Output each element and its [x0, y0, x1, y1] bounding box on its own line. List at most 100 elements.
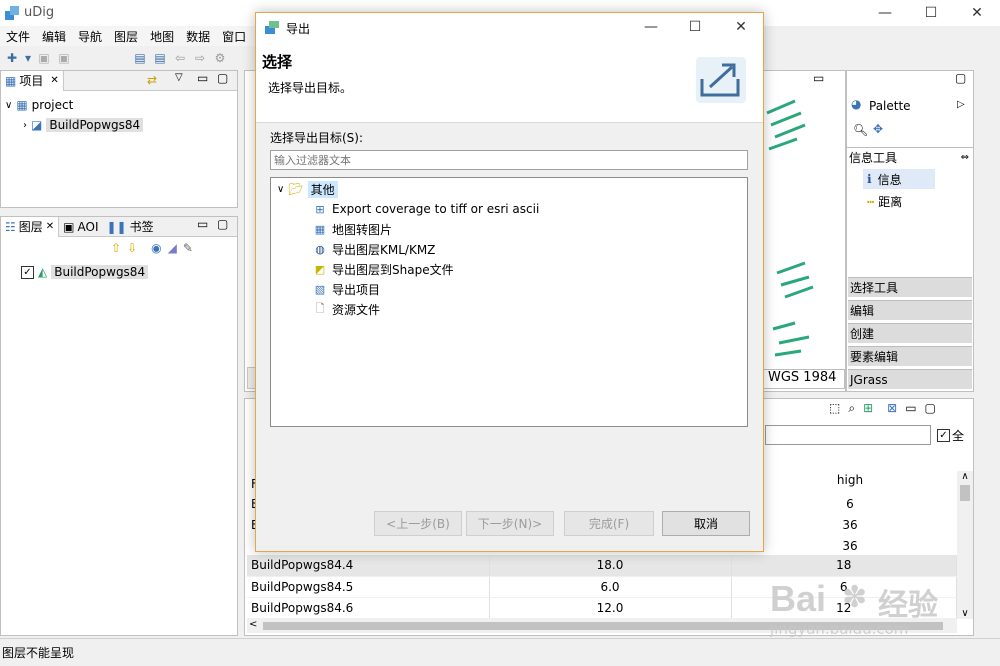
minimize-view-icon[interactable]: ▭ [905, 401, 916, 416]
scroll-left-icon[interactable]: < [249, 619, 257, 630]
promote-icon[interactable]: ⊞ [863, 401, 873, 416]
palette-category-create[interactable]: 创建 [848, 323, 972, 343]
tree-item-map-to-image[interactable]: ▦ 地图转图片 [313, 220, 392, 238]
tree-root-other[interactable]: ∨ 📂︎ 其他 [277, 180, 338, 198]
delete-feature-icon[interactable]: ⊠ [887, 401, 897, 416]
tab-bookmarks[interactable]: ❚❚ 书签 [103, 217, 158, 237]
cancel-button[interactable]: 取消 [662, 511, 750, 536]
style-icon[interactable]: ◉ [151, 241, 161, 255]
maximize-icon[interactable]: ☐ [908, 0, 954, 26]
tab-aoi[interactable]: ▣ AOI [59, 217, 102, 237]
tree-item-export-coverage[interactable]: ⊞ Export coverage to tiff or esri ascii [313, 200, 539, 218]
back-button[interactable]: <上一步(B) [374, 511, 462, 536]
tree-item-export-kml[interactable]: ◍ 导出图层KML/KMZ [313, 240, 435, 258]
zoom-icon[interactable]: 🔍︎ [853, 123, 868, 137]
table-row[interactable]: BuildPopwgs84.4 18.0 18 [247, 555, 957, 577]
info-tools-category[interactable]: 信息工具 ⇔ [847, 147, 973, 167]
layers-icon: ☷ [5, 219, 16, 234]
back-arrow-icon[interactable]: ⇦ [172, 50, 188, 66]
next-button[interactable]: 下一步(N)> [466, 511, 554, 536]
save-all-icon[interactable]: ▣ [56, 50, 72, 66]
palette-category-select[interactable]: 选择工具 [848, 277, 972, 297]
palette-category-edit[interactable]: 编辑 [848, 300, 972, 320]
tree-item-export-project[interactable]: ▧ 导出项目 [313, 280, 380, 298]
select-all-box[interactable]: ✓ [937, 429, 950, 442]
map-window-icon[interactable]: ▤ [132, 50, 148, 66]
menu-data[interactable]: 数据 [180, 28, 216, 45]
attribute-filter-input[interactable] [765, 425, 931, 445]
zoom-selection-icon[interactable]: ⌕ [848, 401, 855, 416]
tree-item-label: 导出图层KML/KMZ [332, 242, 436, 257]
triangle-icon[interactable]: ◢ [168, 241, 177, 255]
palette-category-feature-edit[interactable]: 要素编辑 [848, 346, 972, 366]
palette-panel: ▢ ◕ Palette ▷ 🔍︎ ✥ 信息工具 ⇔ ℹ 信息 ┅ 距离 [846, 70, 974, 392]
globe-icon: ◍ [315, 242, 325, 256]
edit-layer-icon[interactable]: ✎ [183, 241, 193, 255]
chevron-down-icon[interactable]: ∨ [277, 184, 284, 195]
maximize-view-icon[interactable]: ▢ [955, 71, 966, 85]
distance-tool[interactable]: ┅ 距离 [863, 193, 902, 210]
minimize-icon[interactable]: — [862, 0, 908, 26]
menu-map[interactable]: 地图 [144, 28, 180, 45]
tree-item-export-shape[interactable]: ◩ 导出图层到Shape文件 [313, 260, 454, 278]
menu-file[interactable]: 文件 [0, 28, 36, 45]
minimize-view-icon[interactable]: ▭ [813, 71, 824, 85]
collapse-icon[interactable]: ⇔ [961, 152, 973, 163]
link-icon[interactable]: ⚙ [212, 50, 228, 66]
row-value: 6.0 [489, 576, 732, 598]
partial-row-2-high: 36 [842, 518, 858, 532]
tree-map[interactable]: › ◪ BuildPopwgs84 [23, 116, 144, 134]
dialog-close-icon[interactable]: ✕ [718, 13, 764, 41]
dropdown-icon[interactable]: ▾ [24, 50, 32, 66]
save-icon[interactable]: ▣ [36, 50, 52, 66]
map-edit-icon[interactable]: ▤ [152, 50, 168, 66]
menu-navigate[interactable]: 导航 [72, 28, 108, 45]
close-tab-icon[interactable]: ✕ [46, 221, 54, 232]
palette-arrow-icon[interactable]: ▷ [957, 99, 965, 110]
dialog-minimize-icon[interactable]: — [628, 13, 674, 41]
menu-edit[interactable]: 编辑 [36, 28, 72, 45]
palette-title: Palette [869, 99, 911, 113]
filter-input[interactable] [270, 150, 748, 170]
minimize-view-icon[interactable]: ▭ [197, 71, 208, 85]
dialog-maximize-icon[interactable]: ☐ [672, 13, 718, 41]
pan-icon[interactable]: ✥ [873, 122, 883, 136]
menu-window[interactable]: 窗口 [216, 28, 252, 45]
scroll-thumb[interactable] [960, 485, 970, 501]
move-down-icon[interactable]: ⇩ [127, 241, 137, 255]
export-target-tree[interactable]: ∨ 📂︎ 其他 ⊞ Export coverage to tiff or esr… [270, 177, 748, 427]
tree-item-label: Export coverage to tiff or esri ascii [332, 202, 540, 216]
forward-arrow-icon[interactable]: ⇨ [192, 50, 208, 66]
bookmark-icon: ❚❚ [106, 219, 127, 234]
tab-projects[interactable]: ▦ 项目 ✕ [1, 70, 64, 91]
select-icon[interactable]: ⬚ [829, 401, 840, 416]
palette-category-jgrass[interactable]: JGrass [848, 369, 972, 389]
tree-item-label: 导出图层到Shape文件 [332, 262, 454, 277]
scroll-up-icon[interactable]: ∧ [957, 471, 973, 485]
maximize-view-icon[interactable]: ▢ [217, 71, 228, 85]
tree-item-resource-file[interactable]: 🗋︎ 资源文件 [313, 300, 380, 318]
move-up-icon[interactable]: ⇧ [111, 241, 121, 255]
chevron-down-icon[interactable]: ∨ [5, 100, 12, 111]
link-editor-icon[interactable]: ⇄ [147, 73, 157, 87]
select-all-checkbox[interactable]: ✓ 全 [937, 427, 964, 444]
close-icon[interactable]: ✕ [954, 0, 1000, 26]
maximize-view-icon[interactable]: ▢ [925, 401, 936, 416]
attributes-toolbar: ⬚ ⌕ ⊞ ⊠ ▭ ▢ [829, 401, 936, 416]
minimize-view-icon[interactable]: ▭ [197, 217, 208, 231]
tree-project[interactable]: ∨ ▦ project [5, 96, 73, 114]
maximize-view-icon[interactable]: ▢ [217, 217, 228, 231]
layer-item[interactable]: ✓ ◭ BuildPopwgs84 [21, 263, 149, 281]
finish-button[interactable]: 完成(F) [564, 511, 654, 536]
layers-toolbar: ⇧ ⇩ ◉ ◢ ✎ [111, 241, 193, 255]
chevron-right-icon[interactable]: › [23, 120, 27, 131]
view-menu-icon[interactable]: ▽ [175, 72, 183, 83]
menu-layer[interactable]: 图层 [108, 28, 144, 45]
tab-layers[interactable]: ☷ 图层 ✕ [1, 216, 60, 237]
crs-label[interactable]: WGS 1984 [763, 369, 845, 389]
layer-visible-checkbox[interactable]: ✓ [21, 265, 34, 279]
new-icon[interactable]: ✚ [4, 50, 20, 66]
close-tab-icon[interactable]: ✕ [50, 75, 58, 86]
info-tool[interactable]: ℹ 信息 [863, 169, 935, 189]
tab-aoi-label: AOI [77, 219, 99, 234]
